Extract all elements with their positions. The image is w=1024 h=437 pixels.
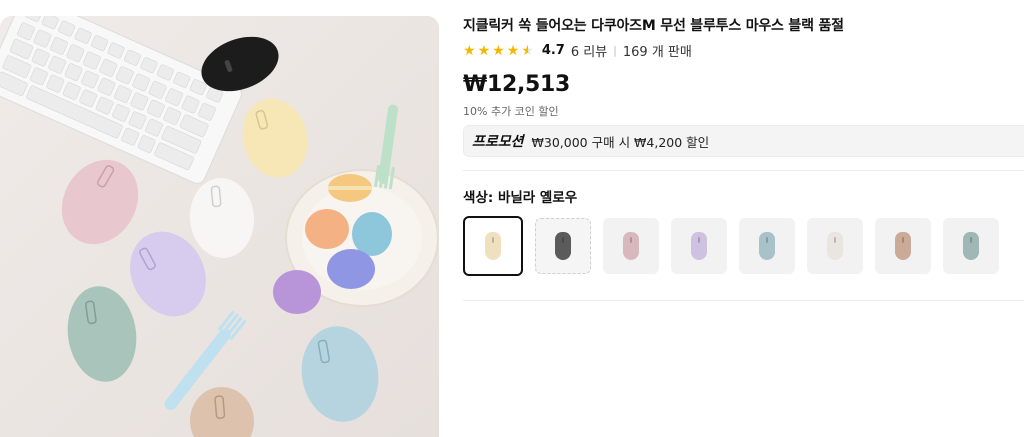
- mouse-thumbnail-icon: [963, 232, 979, 260]
- divider: [463, 170, 1024, 171]
- coin-discount-text: 10% 추가 코인 할인: [463, 105, 559, 118]
- mouse-thumbnail-icon: [623, 232, 639, 260]
- star-icon: ★: [492, 42, 505, 59]
- color-swatch-3[interactable]: [603, 218, 659, 274]
- mouse-thumbnail-icon: [485, 232, 501, 260]
- star-half-icon: ★: [521, 42, 534, 59]
- promotion-badge: 프로모션: [472, 134, 524, 150]
- mouse-thumbnail-icon: [827, 232, 843, 260]
- mouse-thumbnail-icon: [555, 232, 571, 260]
- color-swatch-8[interactable]: [943, 218, 999, 274]
- mouse-thumbnail-icon: [759, 232, 775, 260]
- star-icon: ★: [506, 42, 520, 59]
- mouse-thumbnail-icon: [895, 232, 911, 260]
- product-price: ₩12,513: [463, 72, 571, 97]
- sold-count: 169 개 판매: [622, 45, 692, 60]
- color-swatch-6[interactable]: [807, 218, 863, 274]
- color-swatch-5[interactable]: [739, 218, 795, 274]
- rating-stars: ★ ★ ★ ★ ★: [463, 44, 534, 58]
- separator: |: [613, 44, 617, 57]
- star-icon: ★: [463, 42, 476, 59]
- mouse-thumbnail-icon: [691, 232, 707, 260]
- promotion-text: ₩30,000 구매 시 ₩4,200 할인: [531, 134, 710, 150]
- review-count-link[interactable]: 6 리뷰: [571, 41, 607, 60]
- color-swatches: [463, 216, 999, 276]
- color-swatch-4[interactable]: [671, 218, 727, 274]
- promotion-banner[interactable]: 프로모션 ₩30,000 구매 시 ₩4,200 할인: [463, 125, 1024, 157]
- product-photo: [0, 16, 439, 437]
- color-option-label: 색상: 바닐라 옐로우: [463, 190, 578, 206]
- color-swatch-7[interactable]: [875, 218, 931, 274]
- rating-row: ★ ★ ★ ★ ★ 4.7 6 리뷰 | 169 개 판매: [463, 41, 692, 60]
- product-info: 지클릭커 쏙 들어오는 다쿠아즈M 무선 블루투스 마우스 블랙 품절 ★ ★ …: [463, 0, 1024, 437]
- color-swatch-2[interactable]: [535, 218, 591, 274]
- product-image[interactable]: [0, 16, 439, 437]
- divider: [463, 300, 1024, 301]
- product-title: 지클릭커 쏙 들어오는 다쿠아즈M 무선 블루투스 마우스 블랙 품절: [463, 18, 844, 34]
- star-icon: ★: [477, 42, 491, 59]
- rating-value: 4.7: [541, 43, 565, 58]
- color-swatch-1[interactable]: [463, 216, 523, 276]
